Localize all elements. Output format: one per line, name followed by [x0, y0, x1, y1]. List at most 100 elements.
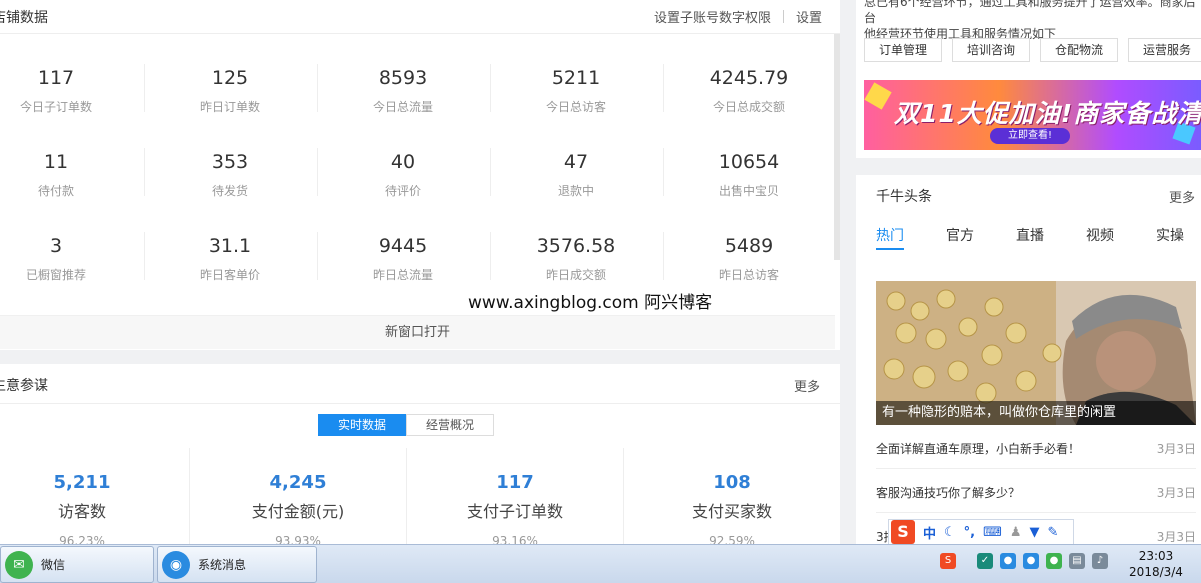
stat-value: 5489: [724, 235, 774, 257]
banner-cta[interactable]: 立即查看!: [990, 128, 1070, 144]
tab-practice[interactable]: 实操: [1156, 225, 1184, 245]
qianniu-news-panel: 千牛头条 更多 热门 官方 直播 视频 实操 有一种隐形的赔本，叫做你仓库里的闲…: [856, 175, 1201, 545]
stat-label: 昨日客单价: [199, 268, 260, 282]
open-new-window-link[interactable]: 新窗口打开: [0, 315, 835, 349]
stat-cell[interactable]: 10654 出售中宝贝: [663, 126, 835, 210]
shield-icon[interactable]: ✓: [977, 553, 993, 569]
qq-icon[interactable]: ●: [1023, 553, 1039, 569]
metric-card[interactable]: 5,211 访客数 96.23%: [0, 448, 190, 548]
stat-cell[interactable]: 40 待评价: [317, 126, 489, 210]
column-divider: [490, 64, 491, 112]
metric-divider: [189, 448, 190, 544]
taskbar-system-message[interactable]: ◉ 系统消息: [157, 546, 317, 583]
qq-icon[interactable]: ●: [1000, 553, 1016, 569]
shop-data-panel: 店铺数据 设置子账号数字权限 设置 117 今日子订单数 125 昨日订单数 859…: [0, 0, 840, 350]
system-clock[interactable]: 23:03 2018/3/4: [1128, 548, 1184, 580]
promo-banner[interactable]: 双11大促加油!商家备战清单 立即查看!: [864, 80, 1201, 150]
tab-hot[interactable]: 热门: [876, 225, 904, 245]
stat-cell[interactable]: 5489 昨日总访客: [663, 210, 835, 294]
stat-cell[interactable]: 31.1 昨日客单价: [144, 210, 316, 294]
tab-official[interactable]: 官方: [946, 225, 974, 245]
stat-cell[interactable]: 5211 今日总访客: [490, 42, 662, 126]
clock-time: 23:03: [1138, 549, 1174, 563]
stat-value: 3: [49, 235, 63, 257]
stat-label: 昨日总流量: [372, 268, 433, 282]
metric-label: 访客数: [57, 502, 106, 521]
logistics-button[interactable]: 仓配物流: [1040, 38, 1119, 62]
chinese-mode-toggle[interactable]: 中: [923, 523, 936, 542]
metric-value: 108: [713, 472, 751, 493]
stats-scrollbar[interactable]: [834, 34, 840, 260]
operation-service-button[interactable]: 运营服务: [1128, 38, 1201, 62]
service-description: 总已有6个经营环节，通过工具和服务提升了运营效率。商家后台 他经营环节使用工具和…: [864, 0, 1201, 42]
sogou-logo-icon[interactable]: S: [891, 520, 915, 544]
stat-label: 待付款: [37, 184, 74, 198]
user-icon[interactable]: ♟: [1010, 525, 1022, 540]
stat-cell[interactable]: 4245.79 今日总成交额: [663, 42, 835, 126]
stat-cell[interactable]: 9445 昨日总流量: [317, 210, 489, 294]
network-icon[interactable]: ▤: [1069, 553, 1085, 569]
tab-business-overview[interactable]: 经营概况: [406, 414, 494, 436]
order-management-button[interactable]: 订单管理: [864, 38, 943, 62]
stat-cell[interactable]: 11 待付款: [0, 126, 142, 210]
stat-cell[interactable]: 8593 今日总流量: [317, 42, 489, 126]
tab-video[interactable]: 视频: [1086, 225, 1114, 245]
news-list-item[interactable]: 客服沟通技巧你了解多少？ 3月3日: [876, 469, 1196, 513]
news-featured-image[interactable]: 有一种隐形的赔本，叫做你仓库里的闲置: [876, 281, 1196, 425]
punctuation-icon[interactable]: °,: [964, 525, 975, 540]
stat-label: 退款中: [557, 184, 594, 198]
link-divider: [782, 10, 784, 23]
blog-watermark: www.axingblog.com 阿兴博客: [468, 293, 713, 313]
stat-value: 3576.58: [536, 235, 616, 257]
ime-toolbar[interactable]: S 中 ☾ °, ⌨ ♟ ▼ ✎: [888, 519, 1074, 545]
stat-value: 117: [37, 67, 75, 89]
training-consult-button[interactable]: 培训咨询: [952, 38, 1031, 62]
windows-taskbar: ✉ 微信 ◉ 系统消息 S ✓ ● ● ● ▤ ♪ 23:03 2018/3/4: [0, 544, 1201, 583]
advisor-more-link[interactable]: 更多: [794, 376, 820, 395]
banner-decoration: [864, 82, 892, 110]
column-divider: [317, 64, 318, 112]
advisor-tab-group: 实时数据 经营概况: [318, 414, 494, 436]
stat-label: 待发货: [211, 184, 248, 198]
metric-value: 5,211: [53, 472, 111, 493]
stat-label: 今日总成交额: [712, 100, 785, 114]
stat-cell[interactable]: 3576.58 昨日成交额: [490, 210, 662, 294]
stat-label: 出售中宝贝: [718, 184, 779, 198]
sogou-tray-icon[interactable]: S: [940, 553, 956, 569]
taskbar-wechat[interactable]: ✉ 微信: [0, 546, 154, 583]
keyboard-icon[interactable]: ⌨: [983, 525, 1002, 540]
active-tab-underline: [876, 248, 904, 250]
settings-link[interactable]: 设置: [796, 7, 822, 26]
metric-card[interactable]: 4,245 支付金额(元) 93.93%: [190, 448, 406, 548]
shop-data-header: 店铺数据 设置子账号数字权限 设置: [0, 0, 840, 34]
system-message-icon: ◉: [162, 550, 190, 579]
stat-cell[interactable]: 117 今日子订单数: [0, 42, 142, 126]
stat-label: 昨日成交额: [545, 268, 606, 282]
tab-live[interactable]: 直播: [1016, 225, 1044, 245]
banner-title: 双11大促加油!商家备战清单: [894, 99, 1201, 128]
stat-cell[interactable]: 353 待发货: [144, 126, 316, 210]
metric-divider: [623, 448, 624, 544]
tab-realtime-data[interactable]: 实时数据: [318, 414, 406, 436]
metric-card[interactable]: 108 支付买家数 92.59%: [624, 448, 840, 548]
task-label: 系统消息: [198, 558, 247, 572]
subaccount-permission-link[interactable]: 设置子账号数字权限: [654, 7, 771, 26]
stat-cell[interactable]: 125 昨日订单数: [144, 42, 316, 126]
skin-icon[interactable]: ▼: [1030, 525, 1040, 540]
moon-icon[interactable]: ☾: [944, 525, 956, 540]
tools-icon[interactable]: ✎: [1048, 525, 1059, 540]
column-divider: [663, 64, 664, 112]
news-list-item[interactable]: 全面详解直通车原理，小白新手必看！ 3月3日: [876, 425, 1196, 469]
stat-cell[interactable]: 47 退款中: [490, 126, 662, 210]
metric-card[interactable]: 117 支付子订单数 93.16%: [407, 448, 623, 548]
stat-label: 今日总流量: [372, 100, 433, 114]
stat-cell[interactable]: 3 已橱窗推荐: [0, 210, 142, 294]
volume-icon[interactable]: ♪: [1092, 553, 1108, 569]
news-more-link[interactable]: 更多: [1169, 187, 1195, 206]
stat-value: 4245.79: [709, 67, 789, 89]
system-tray: S ✓ ● ● ● ▤ ♪: [940, 553, 1115, 569]
wechat-tray-icon[interactable]: ●: [1046, 553, 1062, 569]
stat-value: 125: [211, 67, 249, 89]
stat-label: 待评价: [384, 184, 421, 198]
news-tabs: 热门 官方 直播 视频 实操: [876, 225, 1201, 250]
